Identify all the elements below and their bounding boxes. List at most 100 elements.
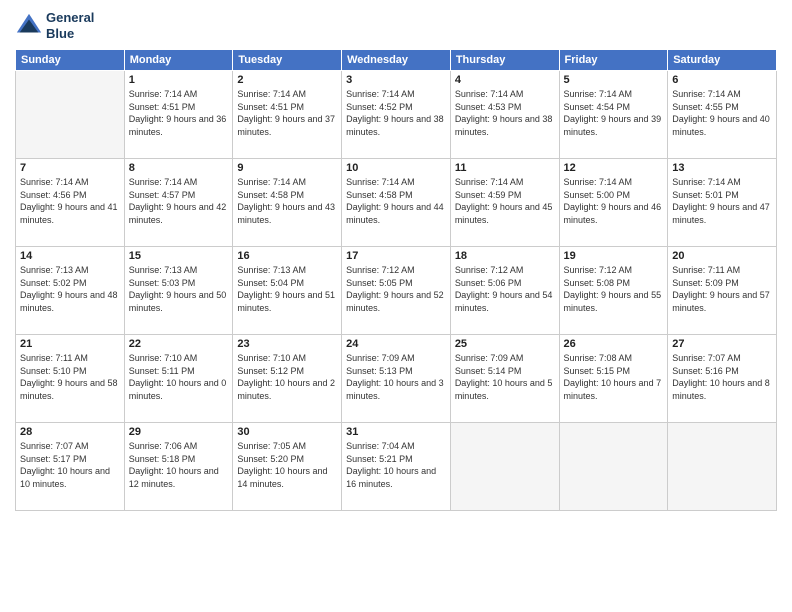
calendar-cell: 15Sunrise: 7:13 AM Sunset: 5:03 PM Dayli… xyxy=(124,247,233,335)
day-info: Sunrise: 7:14 AM Sunset: 4:51 PM Dayligh… xyxy=(129,88,229,138)
day-info: Sunrise: 7:12 AM Sunset: 5:05 PM Dayligh… xyxy=(346,264,446,314)
day-number: 10 xyxy=(346,162,446,174)
day-number: 30 xyxy=(237,426,337,438)
day-number: 16 xyxy=(237,250,337,262)
calendar-header-saturday: Saturday xyxy=(668,50,777,71)
day-number: 8 xyxy=(129,162,229,174)
calendar-cell: 26 Sunrise: 7:08 AM Sunset: 5:15 PM Dayli… xyxy=(559,335,668,423)
header: General Blue xyxy=(15,10,777,41)
day-info: Sunrise: 7:13 AM Sunset: 5:04 PM Dayligh… xyxy=(237,264,337,314)
day-info: Sunrise: 7:12 AM Sunset: 5:06 PM Dayligh… xyxy=(455,264,555,314)
calendar-cell: 5 Sunrise: 7:14 AM Sunset: 4:54 PM Daylig… xyxy=(559,71,668,159)
day-number: 27 xyxy=(672,338,772,350)
calendar-week-5: 28 Sunrise: 7:07 AM Sunset: 5:17 PM Dayli… xyxy=(16,423,777,511)
day-info: Sunrise: 7:14 AM Sunset: 5:00 PM Dayligh… xyxy=(564,176,664,226)
day-info: Sunrise: 7:08 AM Sunset: 5:15 PM Dayligh… xyxy=(564,352,664,402)
day-number: 11 xyxy=(455,162,555,174)
calendar-cell: 21 Sunrise: 7:11 AM Sunset: 5:10 PM Dayli… xyxy=(16,335,125,423)
calendar-cell xyxy=(16,71,125,159)
day-number: 19 xyxy=(564,250,664,262)
day-info: Sunrise: 7:09 AM Sunset: 5:14 PM Dayligh… xyxy=(455,352,555,402)
logo: General Blue xyxy=(15,10,94,41)
calendar-table: SundayMondayTuesdayWednesdayThursdayFrid… xyxy=(15,49,777,511)
day-number: 29 xyxy=(129,426,229,438)
day-number: 7 xyxy=(20,162,120,174)
page: General Blue SundayMondayTuesdayWednesda… xyxy=(0,0,792,612)
calendar-cell: 16 Sunrise: 7:13 AM Sunset: 5:04 PM Dayli… xyxy=(233,247,342,335)
calendar-cell: 23 Sunrise: 7:10 AM Sunset: 5:12 PM Dayli… xyxy=(233,335,342,423)
calendar-cell xyxy=(450,423,559,511)
calendar-cell: 30 Sunrise: 7:05 AM Sunset: 5:20 PM Dayli… xyxy=(233,423,342,511)
calendar-cell: 3 Sunrise: 7:14 AM Sunset: 4:52 PM Daylig… xyxy=(342,71,451,159)
calendar-cell: 24Sunrise: 7:09 AM Sunset: 5:13 PM Dayli… xyxy=(342,335,451,423)
day-info: Sunrise: 7:07 AM Sunset: 5:16 PM Dayligh… xyxy=(672,352,772,402)
day-info: Sunrise: 7:10 AM Sunset: 5:11 PM Dayligh… xyxy=(129,352,229,402)
calendar-cell: 31 Sunrise: 7:04 AM Sunset: 5:21 PM Dayli… xyxy=(342,423,451,511)
calendar-cell: 27 Sunrise: 7:07 AM Sunset: 5:16 PM Dayli… xyxy=(668,335,777,423)
day-info: Sunrise: 7:14 AM Sunset: 4:54 PM Dayligh… xyxy=(564,88,664,138)
calendar-week-3: 14Sunrise: 7:13 AM Sunset: 5:02 PM Dayli… xyxy=(16,247,777,335)
day-info: Sunrise: 7:14 AM Sunset: 4:56 PM Dayligh… xyxy=(20,176,120,226)
day-number: 2 xyxy=(237,74,337,86)
day-info: Sunrise: 7:14 AM Sunset: 4:58 PM Dayligh… xyxy=(237,176,337,226)
day-number: 9 xyxy=(237,162,337,174)
day-info: Sunrise: 7:10 AM Sunset: 5:12 PM Dayligh… xyxy=(237,352,337,402)
day-number: 26 xyxy=(564,338,664,350)
calendar-week-2: 7 Sunrise: 7:14 AM Sunset: 4:56 PM Daylig… xyxy=(16,159,777,247)
day-info: Sunrise: 7:13 AM Sunset: 5:02 PM Dayligh… xyxy=(20,264,120,314)
day-number: 3 xyxy=(346,74,446,86)
day-number: 20 xyxy=(672,250,772,262)
calendar-header-sunday: Sunday xyxy=(16,50,125,71)
day-info: Sunrise: 7:07 AM Sunset: 5:17 PM Dayligh… xyxy=(20,440,120,490)
calendar-cell: 8 Sunrise: 7:14 AM Sunset: 4:57 PM Daylig… xyxy=(124,159,233,247)
day-number: 17 xyxy=(346,250,446,262)
day-number: 21 xyxy=(20,338,120,350)
day-info: Sunrise: 7:14 AM Sunset: 4:52 PM Dayligh… xyxy=(346,88,446,138)
calendar-cell: 2 Sunrise: 7:14 AM Sunset: 4:51 PM Daylig… xyxy=(233,71,342,159)
calendar-header-friday: Friday xyxy=(559,50,668,71)
day-info: Sunrise: 7:11 AM Sunset: 5:09 PM Dayligh… xyxy=(672,264,772,314)
calendar-cell: 11 Sunrise: 7:14 AM Sunset: 4:59 PM Dayli… xyxy=(450,159,559,247)
day-info: Sunrise: 7:14 AM Sunset: 4:51 PM Dayligh… xyxy=(237,88,337,138)
calendar-header-wednesday: Wednesday xyxy=(342,50,451,71)
day-number: 13 xyxy=(672,162,772,174)
day-number: 12 xyxy=(564,162,664,174)
calendar-cell: 22Sunrise: 7:10 AM Sunset: 5:11 PM Dayli… xyxy=(124,335,233,423)
calendar-cell: 29Sunrise: 7:06 AM Sunset: 5:18 PM Dayli… xyxy=(124,423,233,511)
logo-icon xyxy=(15,12,43,40)
day-info: Sunrise: 7:11 AM Sunset: 5:10 PM Dayligh… xyxy=(20,352,120,402)
day-number: 28 xyxy=(20,426,120,438)
day-number: 24 xyxy=(346,338,446,350)
calendar-header-thursday: Thursday xyxy=(450,50,559,71)
calendar-cell: 12 Sunrise: 7:14 AM Sunset: 5:00 PM Dayli… xyxy=(559,159,668,247)
day-number: 6 xyxy=(672,74,772,86)
day-info: Sunrise: 7:14 AM Sunset: 4:57 PM Dayligh… xyxy=(129,176,229,226)
day-number: 5 xyxy=(564,74,664,86)
day-number: 31 xyxy=(346,426,446,438)
day-info: Sunrise: 7:14 AM Sunset: 5:01 PM Dayligh… xyxy=(672,176,772,226)
day-number: 25 xyxy=(455,338,555,350)
calendar-cell: 20 Sunrise: 7:11 AM Sunset: 5:09 PM Dayli… xyxy=(668,247,777,335)
day-info: Sunrise: 7:14 AM Sunset: 4:59 PM Dayligh… xyxy=(455,176,555,226)
calendar-cell: 28 Sunrise: 7:07 AM Sunset: 5:17 PM Dayli… xyxy=(16,423,125,511)
calendar-cell: 10Sunrise: 7:14 AM Sunset: 4:58 PM Dayli… xyxy=(342,159,451,247)
day-number: 23 xyxy=(237,338,337,350)
calendar-week-4: 21 Sunrise: 7:11 AM Sunset: 5:10 PM Dayli… xyxy=(16,335,777,423)
calendar-cell: 6 Sunrise: 7:14 AM Sunset: 4:55 PM Daylig… xyxy=(668,71,777,159)
calendar-cell: 17 Sunrise: 7:12 AM Sunset: 5:05 PM Dayli… xyxy=(342,247,451,335)
logo-text: General Blue xyxy=(46,10,94,41)
calendar-cell: 19Sunrise: 7:12 AM Sunset: 5:08 PM Dayli… xyxy=(559,247,668,335)
day-info: Sunrise: 7:14 AM Sunset: 4:55 PM Dayligh… xyxy=(672,88,772,138)
day-info: Sunrise: 7:13 AM Sunset: 5:03 PM Dayligh… xyxy=(129,264,229,314)
day-info: Sunrise: 7:05 AM Sunset: 5:20 PM Dayligh… xyxy=(237,440,337,490)
day-number: 1 xyxy=(129,74,229,86)
calendar-cell: 7 Sunrise: 7:14 AM Sunset: 4:56 PM Daylig… xyxy=(16,159,125,247)
calendar-cell: 4 Sunrise: 7:14 AM Sunset: 4:53 PM Daylig… xyxy=(450,71,559,159)
day-number: 18 xyxy=(455,250,555,262)
day-info: Sunrise: 7:14 AM Sunset: 4:53 PM Dayligh… xyxy=(455,88,555,138)
calendar-cell: 18 Sunrise: 7:12 AM Sunset: 5:06 PM Dayli… xyxy=(450,247,559,335)
calendar-cell xyxy=(668,423,777,511)
day-number: 4 xyxy=(455,74,555,86)
calendar-week-1: 1 Sunrise: 7:14 AM Sunset: 4:51 PM Daylig… xyxy=(16,71,777,159)
day-info: Sunrise: 7:04 AM Sunset: 5:21 PM Dayligh… xyxy=(346,440,446,490)
